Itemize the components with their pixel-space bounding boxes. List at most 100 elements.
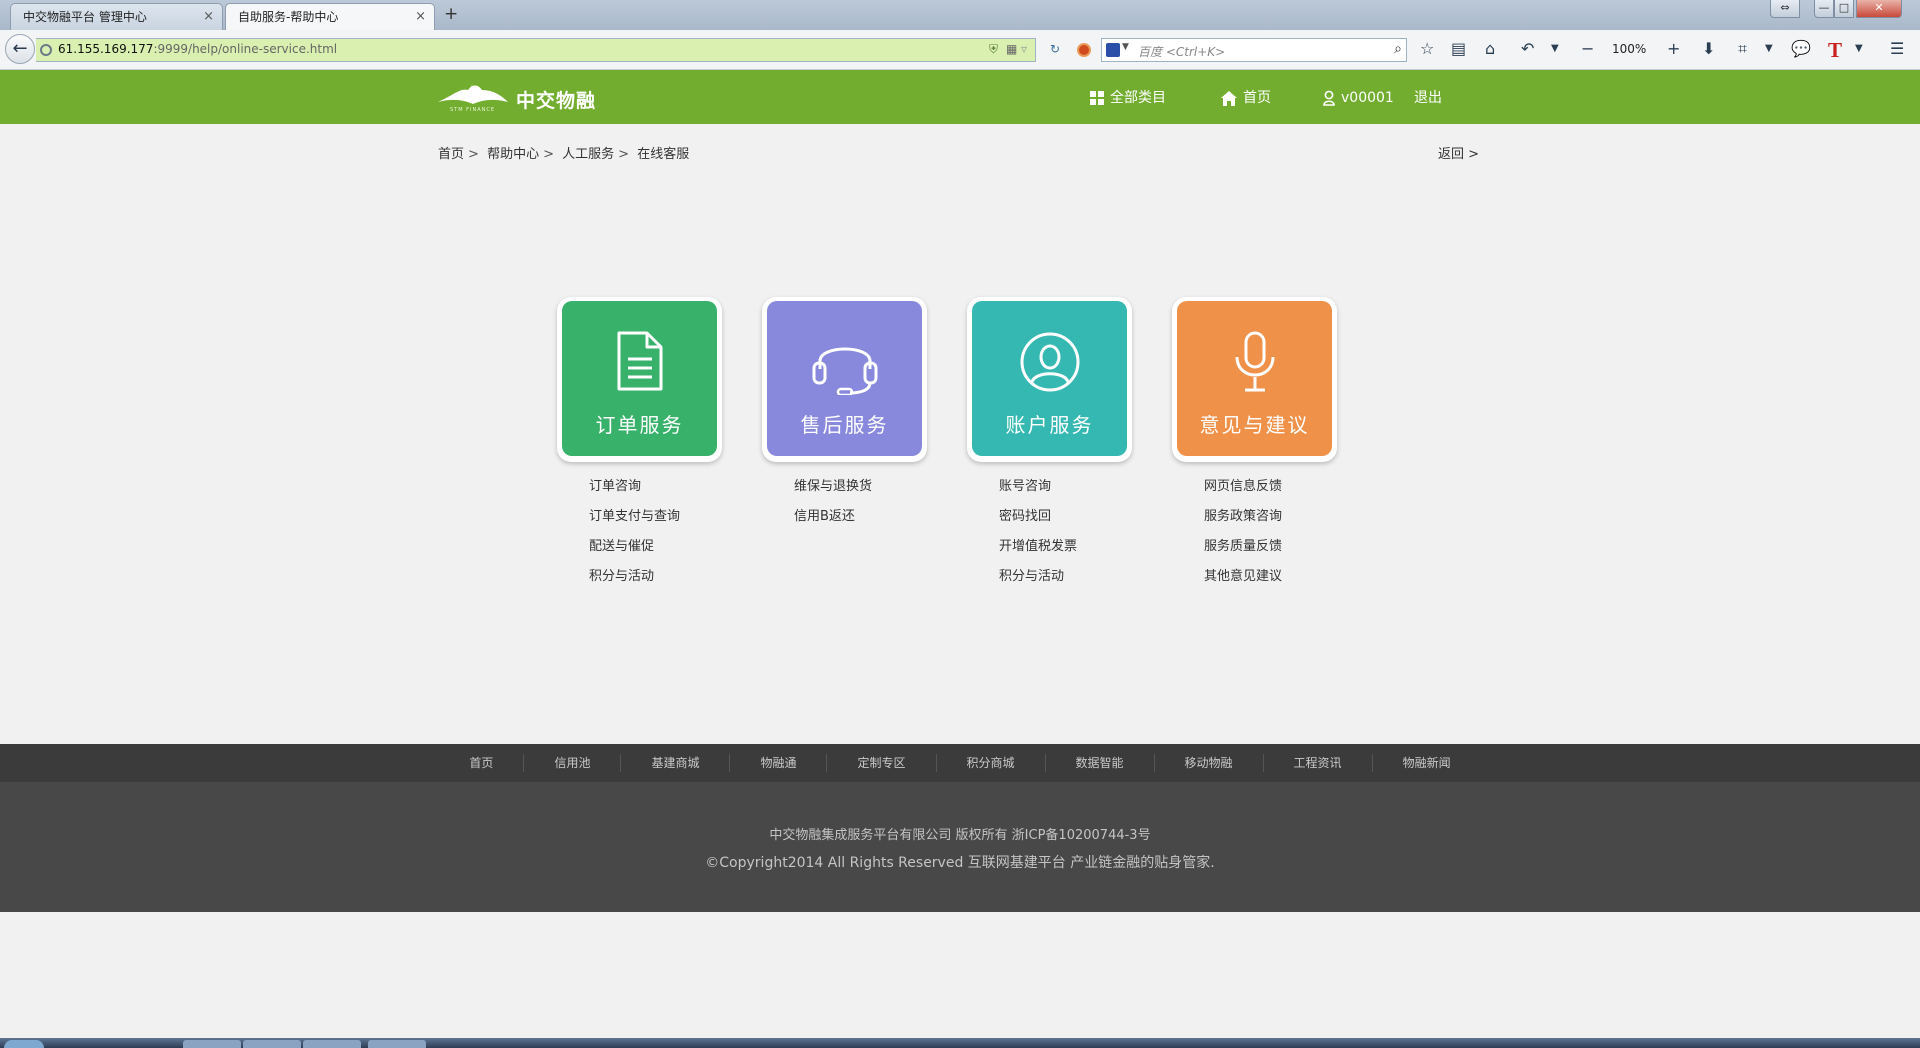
footer-link-engineering-news[interactable]: 工程资讯 bbox=[1262, 754, 1372, 772]
service-links-after-sales: 维保与退换货 信用B返还 bbox=[794, 476, 974, 536]
zoom-level[interactable]: 100% bbox=[1612, 42, 1646, 56]
os-taskbar bbox=[0, 1038, 1920, 1048]
back-arrow-icon[interactable]: ← bbox=[5, 34, 35, 64]
start-button[interactable] bbox=[4, 1040, 44, 1048]
nav-logout-label: 退出 bbox=[1414, 90, 1442, 106]
service-link[interactable]: 订单支付与查询 bbox=[589, 506, 769, 536]
service-link[interactable]: 服务政策咨询 bbox=[1204, 506, 1384, 536]
footer-nav: 首页 信用池 基建商城 物融通 定制专区 积分商城 数据智能 移动物融 工程资讯… bbox=[0, 744, 1920, 782]
translate-t-icon[interactable]: T bbox=[1828, 38, 1842, 63]
service-card-feedback[interactable]: 意见与建议 bbox=[1172, 297, 1337, 462]
zoom-in-icon[interactable]: + bbox=[1667, 39, 1680, 59]
browser-tab-admin[interactable]: 中交物融平台 管理中心 × bbox=[10, 3, 223, 30]
window-minimize-button[interactable]: — bbox=[1814, 0, 1834, 18]
new-tab-button[interactable]: + bbox=[444, 4, 458, 24]
service-card-after-sales-face: 售后服务 bbox=[767, 301, 922, 456]
nav-user[interactable]: v00001 bbox=[1323, 88, 1394, 108]
service-links-account: 账号咨询 密码找回 开增值税发票 积分与活动 bbox=[999, 476, 1179, 596]
service-link[interactable]: 积分与活动 bbox=[589, 566, 769, 596]
grid-icon bbox=[1090, 91, 1104, 105]
chevron-down-icon[interactable]: ▼ bbox=[1765, 39, 1773, 59]
bookmark-star-icon[interactable]: ☆ bbox=[1420, 39, 1434, 59]
window-extra-button[interactable]: ⇔ bbox=[1770, 0, 1800, 18]
taskbar-app-button[interactable] bbox=[183, 1040, 241, 1048]
browser-tab-label: 自助服务-帮助中心 bbox=[238, 10, 339, 24]
nav-all-categories-label: 全部类目 bbox=[1110, 90, 1166, 106]
footer-link-infra-mall[interactable]: 基建商城 bbox=[620, 754, 729, 772]
reload-icon[interactable]: ↻ bbox=[1050, 42, 1060, 56]
chevron-down-icon[interactable]: ▼ bbox=[1551, 39, 1559, 59]
addon-icon[interactable] bbox=[1077, 43, 1091, 57]
footer-link-credit-pool[interactable]: 信用池 bbox=[523, 754, 620, 772]
service-card-after-sales[interactable]: 售后服务 bbox=[762, 297, 927, 462]
home-icon[interactable]: ⌂ bbox=[1485, 39, 1495, 59]
dropdown-icon[interactable]: ▿ bbox=[1021, 42, 1027, 56]
service-card-account[interactable]: 账户服务 bbox=[967, 297, 1132, 462]
service-link[interactable]: 其他意见建议 bbox=[1204, 566, 1384, 596]
service-link[interactable]: 信用B返还 bbox=[794, 506, 974, 536]
tab-close-icon[interactable]: × bbox=[415, 4, 426, 30]
crop-icon[interactable]: ⌗ bbox=[1738, 39, 1747, 59]
nav-all-categories[interactable]: 全部类目 bbox=[1090, 88, 1166, 108]
service-link[interactable]: 网页信息反馈 bbox=[1204, 476, 1384, 506]
nav-home[interactable]: 首页 bbox=[1221, 88, 1271, 108]
service-link[interactable]: 订单咨询 bbox=[589, 476, 769, 506]
window-close-button[interactable]: ✕ bbox=[1856, 0, 1902, 18]
nav-logout[interactable]: 退出 bbox=[1414, 88, 1442, 108]
chat-bubble-icon[interactable]: 💬 bbox=[1791, 39, 1811, 59]
footer-link-points-mall[interactable]: 积分商城 bbox=[935, 754, 1045, 772]
service-card-order[interactable]: 订单服务 bbox=[557, 297, 722, 462]
chevron-down-icon[interactable]: ▼ bbox=[1122, 42, 1129, 52]
back-link[interactable]: 返回 > bbox=[1438, 143, 1479, 162]
footer-link-news[interactable]: 物融新闻 bbox=[1371, 754, 1481, 772]
menu-icon[interactable]: ☰ bbox=[1890, 39, 1904, 59]
breadcrumb-separator: > bbox=[543, 147, 554, 162]
site-header: 中交物融 STM FINANCE 全部类目 首页 v00001 退出 bbox=[0, 70, 1920, 124]
user-icon bbox=[1323, 90, 1335, 106]
address-bar[interactable]: 61.155.169.177:9999/help/online-service.… bbox=[36, 38, 1060, 62]
footer-link-mobile[interactable]: 移动物融 bbox=[1153, 754, 1263, 772]
service-card-title: 意见与建议 bbox=[1199, 413, 1310, 437]
service-card-order-face: 订单服务 bbox=[562, 301, 717, 456]
breadcrumb-manual-service[interactable]: 人工服务 bbox=[562, 147, 614, 162]
taskbar-app-button[interactable] bbox=[368, 1040, 426, 1048]
taskbar-app-button[interactable] bbox=[243, 1040, 301, 1048]
bookmarks-list-icon[interactable]: ▤ bbox=[1451, 39, 1466, 59]
site-logo[interactable]: 中交物融 STM FINANCE bbox=[438, 82, 608, 114]
breadcrumb-help-center[interactable]: 帮助中心 bbox=[487, 147, 539, 162]
service-link[interactable]: 配送与催促 bbox=[589, 536, 769, 566]
logo-subtext: STM FINANCE bbox=[450, 107, 496, 113]
browser-tabbar: 中交物融平台 管理中心 × 自助服务-帮助中心 × + ⇔ — □ ✕ bbox=[0, 0, 1920, 30]
browser-tab-help-center[interactable]: 自助服务-帮助中心 × bbox=[225, 3, 435, 30]
tab-close-icon[interactable]: × bbox=[203, 4, 214, 30]
window-maximize-button[interactable]: □ bbox=[1834, 0, 1854, 18]
site-info-icon[interactable] bbox=[40, 44, 52, 56]
taskbar-app-button[interactable] bbox=[303, 1040, 361, 1048]
service-card-account-face: 账户服务 bbox=[972, 301, 1127, 456]
shield-icon[interactable]: ⛨ bbox=[989, 42, 998, 57]
service-link[interactable]: 维保与退换货 bbox=[794, 476, 974, 506]
zoom-out-icon[interactable]: − bbox=[1581, 39, 1594, 59]
browser-navbar: ← 61.155.169.177:9999/help/online-servic… bbox=[0, 30, 1920, 70]
download-icon[interactable]: ⬇ bbox=[1702, 39, 1715, 59]
footer-link-custom-zone[interactable]: 定制专区 bbox=[826, 754, 935, 772]
footer-link-wurongtong[interactable]: 物融通 bbox=[729, 754, 826, 772]
service-link[interactable]: 服务质量反馈 bbox=[1204, 536, 1384, 566]
undo-icon[interactable]: ↶ bbox=[1521, 39, 1534, 59]
nav-username: v00001 bbox=[1341, 90, 1394, 106]
service-link[interactable]: 开增值税发票 bbox=[999, 536, 1179, 566]
service-link[interactable]: 账号咨询 bbox=[999, 476, 1179, 506]
service-link[interactable]: 密码找回 bbox=[999, 506, 1179, 536]
search-icon[interactable]: ⌕ bbox=[1394, 41, 1402, 57]
breadcrumb-home[interactable]: 首页 bbox=[438, 147, 464, 162]
search-placeholder: 百度 <Ctrl+K> bbox=[1138, 45, 1226, 59]
footer-link-home[interactable]: 首页 bbox=[439, 754, 523, 772]
service-link[interactable]: 积分与活动 bbox=[999, 566, 1179, 596]
qr-code-icon[interactable]: ▦ bbox=[1006, 42, 1017, 56]
search-bar[interactable]: ▼ 百度 <Ctrl+K> ⌕ bbox=[1101, 38, 1407, 62]
chevron-down-icon[interactable]: ▼ bbox=[1855, 39, 1863, 59]
search-engine-icon[interactable] bbox=[1106, 43, 1120, 57]
footer-link-data-intelligence[interactable]: 数据智能 bbox=[1044, 754, 1154, 772]
breadcrumb-separator: > bbox=[468, 147, 479, 162]
logo-wing-icon bbox=[438, 85, 508, 104]
